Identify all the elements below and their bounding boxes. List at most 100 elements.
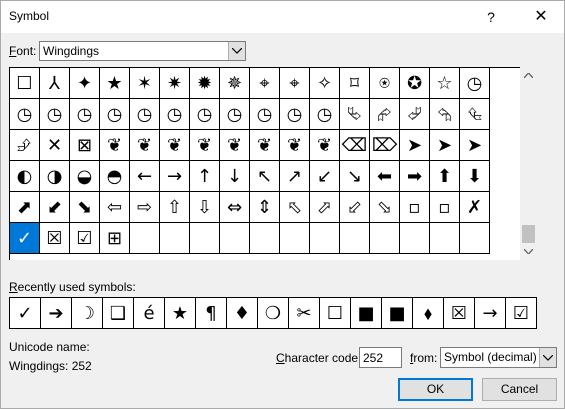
symbol-cell[interactable]: ◷ [10,99,40,130]
symbol-cell[interactable]: ❦ [220,130,250,161]
symbol-cell[interactable]: ❦ [130,130,160,161]
recent-symbol-cell[interactable]: ✓ [10,298,41,329]
symbol-cell[interactable]: ✗ [460,192,490,223]
recent-symbol-cell[interactable]: ☒ [444,298,475,329]
recent-symbol-cell[interactable]: é [134,298,165,329]
grid-scrollbar[interactable] [520,67,537,260]
symbol-cell[interactable]: ⮵ [10,130,40,161]
symbol-cell-empty[interactable] [220,223,250,254]
symbol-cell[interactable]: ◷ [220,99,250,130]
symbol-cell[interactable]: ◷ [160,99,190,130]
symbol-cell[interactable]: ⬁ [280,192,310,223]
recent-symbol-cell[interactable]: ★ [165,298,196,329]
symbol-cell[interactable]: ✷ [160,68,190,99]
symbol-cell[interactable]: ↓ [220,161,250,192]
symbol-cell[interactable]: ☐ [10,68,40,99]
symbol-cell[interactable]: ◷ [130,99,160,130]
close-button[interactable]: ✕ [518,1,564,33]
symbol-cell[interactable]: ↗ [280,161,310,192]
from-dropdown-arrow[interactable] [539,348,556,367]
symbol-cell[interactable]: ❦ [310,130,340,161]
symbol-cell[interactable]: ⮰ [400,99,430,130]
symbol-cell-empty[interactable] [310,223,340,254]
symbol-cell[interactable]: ✵ [220,68,250,99]
symbol-cell[interactable]: ◷ [40,99,70,130]
symbol-cell[interactable]: ◷ [310,99,340,130]
symbol-cell[interactable]: ✶ [130,68,160,99]
symbol-cell[interactable]: ⅄ [40,68,70,99]
symbol-cell-empty[interactable] [370,223,400,254]
symbol-cell[interactable]: ↑ [190,161,220,192]
symbol-cell-empty[interactable] [190,223,220,254]
symbol-cell[interactable]: ✦ [70,68,100,99]
symbol-cell[interactable]: ◓ [100,161,130,192]
symbol-cell[interactable]: ◐ [10,161,40,192]
symbol-cell[interactable]: ➤ [460,130,490,161]
symbol-cell[interactable]: ⇩ [190,192,220,223]
recent-symbol-cell[interactable]: ☑ [506,298,537,329]
symbol-cell[interactable]: ❦ [160,130,190,161]
symbol-cell[interactable]: ⇔ [220,192,250,223]
symbol-cell[interactable]: ▫ [430,192,460,223]
symbol-cell[interactable]: ✕ [40,130,70,161]
recent-symbol-cell[interactable]: ☐ [320,298,351,329]
symbol-cell[interactable]: ✓ [10,223,40,254]
symbol-cell[interactable]: ⬂ [370,192,400,223]
symbol-cell-empty[interactable] [400,223,430,254]
recent-symbol-cell[interactable]: ➔ [41,298,72,329]
char-code-input[interactable]: 252 [359,347,402,368]
symbol-cell[interactable]: ⊠ [70,130,100,161]
recent-symbol-cell[interactable]: ❑ [103,298,134,329]
symbol-cell[interactable]: ◑ [40,161,70,192]
symbol-cell[interactable]: ⇕ [250,192,280,223]
symbol-cell[interactable]: ⇧ [160,192,190,223]
symbol-cell[interactable]: ⌦ [370,130,400,161]
symbol-cell[interactable]: ➡ [400,161,430,192]
recent-symbol-cell[interactable]: → [475,298,506,329]
ok-button[interactable]: OK [398,378,473,401]
symbol-cell[interactable]: ⇨ [130,192,160,223]
font-select[interactable]: Wingdings [39,41,246,61]
scroll-up-icon[interactable] [520,67,537,84]
recent-symbol-cell[interactable]: ¶ [196,298,227,329]
symbol-cell[interactable]: ◒ [70,161,100,192]
symbol-cell[interactable]: ✹ [190,68,220,99]
symbol-cell[interactable]: ❦ [250,130,280,161]
symbol-cell[interactable]: ⌖ [280,68,310,99]
recent-symbol-cell[interactable]: ☽ [72,298,103,329]
recent-symbol-cell[interactable]: ✂ [289,298,320,329]
symbol-cell[interactable]: ↖ [250,161,280,192]
symbol-cell[interactable]: ↘ [340,161,370,192]
symbol-cell[interactable]: ☆ [430,68,460,99]
symbol-cell[interactable]: → [160,161,190,192]
symbol-cell[interactable]: ⬆ [430,161,460,192]
help-button[interactable]: ? [468,1,514,33]
symbol-cell[interactable]: ⊞ [100,223,130,254]
recent-symbol-cell[interactable]: ■ [382,298,413,329]
symbol-cell[interactable]: ↙ [310,161,340,192]
symbol-cell[interactable]: ★ [100,68,130,99]
symbol-cell[interactable]: ⮲ [430,99,460,130]
symbol-cell[interactable]: ➤ [430,130,460,161]
symbol-cell[interactable]: ☒ [40,223,70,254]
font-dropdown-arrow[interactable] [228,42,245,60]
symbol-cell[interactable]: ⍟ [370,68,400,99]
symbol-cell[interactable]: ⮴ [460,99,490,130]
symbol-cell-empty[interactable] [460,223,490,254]
symbol-cell[interactable]: ⬀ [310,192,340,223]
symbol-cell[interactable]: ⬇ [460,161,490,192]
symbol-cell[interactable]: ◷ [100,99,130,130]
symbol-cell[interactable]: ❦ [190,130,220,161]
scroll-thumb[interactable] [522,225,535,243]
symbol-cell[interactable]: ⮱ [340,99,370,130]
symbol-cell-empty[interactable] [280,223,310,254]
recent-symbol-cell[interactable]: ♦ [227,298,258,329]
symbol-cell[interactable]: ⌫ [340,130,370,161]
symbol-cell[interactable]: ⇦ [100,192,130,223]
symbol-cell[interactable]: ⬃ [340,192,370,223]
symbol-cell[interactable]: ⬅ [370,161,400,192]
symbol-cell-empty[interactable] [430,223,460,254]
symbol-cell[interactable]: ⮳ [370,99,400,130]
symbol-cell[interactable]: ☑ [70,223,100,254]
symbol-cell[interactable]: ➤ [400,130,430,161]
